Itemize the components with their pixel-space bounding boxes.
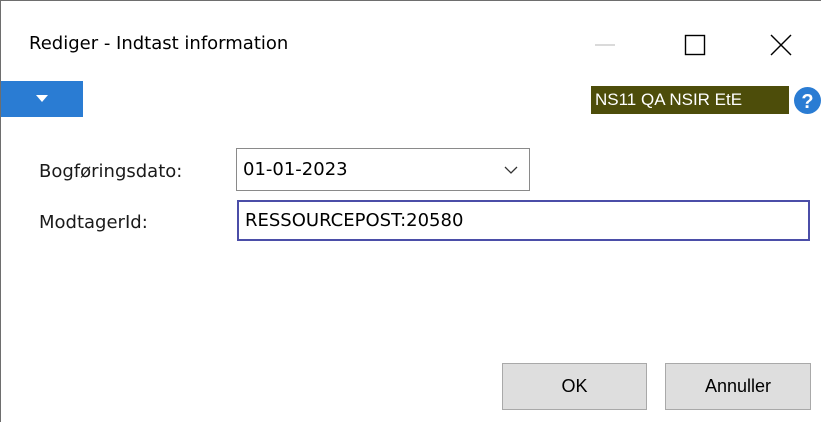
posting-date-label: Bogføringsdato: <box>39 161 183 182</box>
maximize-icon <box>684 34 706 56</box>
window-title: Rediger - Indtast information <box>29 33 289 54</box>
recipient-id-value: RESSOURCEPOST:20580 <box>245 210 464 231</box>
ok-button[interactable]: OK <box>502 363 647 410</box>
question-circle-icon: ? <box>794 87 821 114</box>
help-button[interactable]: ? <box>793 86 821 115</box>
dialog-window: Rediger - Indtast information NS11 QA NS… <box>0 0 821 422</box>
company-badge: NS11 QA NSIR EtE <box>591 86 789 114</box>
title-bar[interactable]: Rediger - Indtast information <box>1 1 821 81</box>
cancel-button[interactable]: Annuller <box>665 363 811 410</box>
chevron-down-icon[interactable] <box>503 163 519 177</box>
caret-down-icon <box>36 95 48 102</box>
minimize-button[interactable] <box>577 23 633 67</box>
recipient-id-input[interactable]: RESSOURCEPOST:20580 <box>237 200 810 241</box>
maximize-button[interactable] <box>667 23 723 67</box>
close-icon <box>770 34 792 56</box>
posting-date-dropdown[interactable]: 01-01-2023 <box>236 148 530 191</box>
posting-date-value: 01-01-2023 <box>243 159 348 180</box>
svg-text:?: ? <box>801 91 813 113</box>
ribbon-menu-button[interactable] <box>1 81 83 117</box>
close-button[interactable] <box>753 23 809 67</box>
minimize-icon <box>595 44 615 46</box>
recipient-id-label: ModtagerId: <box>39 212 148 233</box>
